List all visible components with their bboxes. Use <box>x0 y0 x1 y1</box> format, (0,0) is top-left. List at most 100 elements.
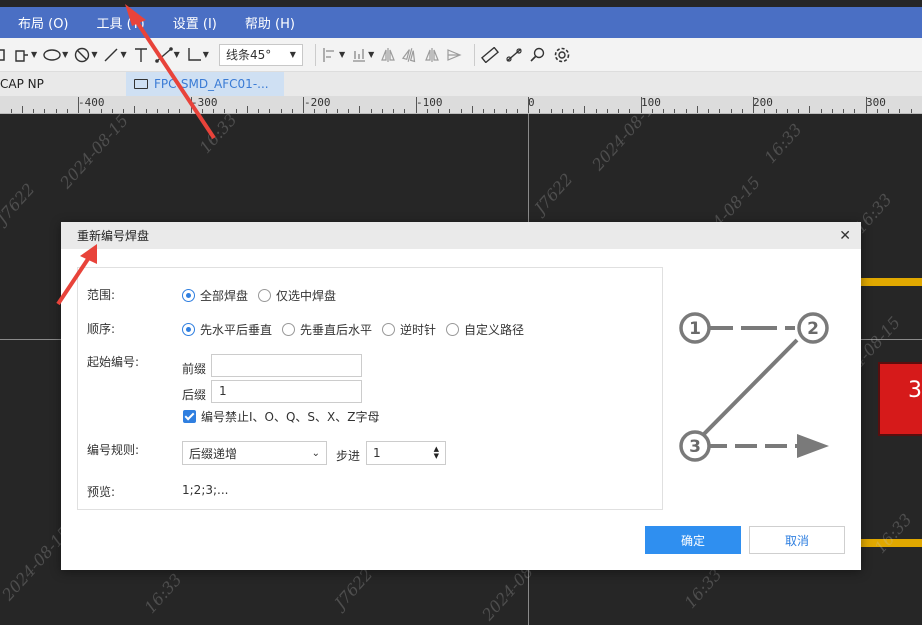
angle-icon <box>188 47 201 61</box>
text-icon <box>134 47 147 62</box>
cancel-button[interactable]: 取消 <box>749 526 845 554</box>
radio-selected-pads[interactable]: 仅选中焊盘 <box>258 287 336 304</box>
exclude-letters-checkbox[interactable]: 编号禁止I、O、Q、S、X、Z字母 <box>183 408 380 425</box>
line-mode-select[interactable]: 线条45° ▼ <box>218 43 303 66</box>
rectangle-tool[interactable] <box>0 43 8 67</box>
menu-settings[interactable]: 设置 (I) <box>163 13 227 32</box>
ruler-tick <box>66 109 68 113</box>
radio-counterclockwise[interactable]: 逆时针 <box>382 321 436 338</box>
chevron-down-icon: ▼ <box>62 50 69 59</box>
confirm-button[interactable]: 确定 <box>645 526 741 554</box>
ruler-tick <box>708 109 709 113</box>
ruler-tick <box>741 109 743 113</box>
ellipse-tool[interactable]: ▼ <box>43 43 68 67</box>
tab-cap-np[interactable]: CAP NP <box>0 72 126 96</box>
tab-fpc-smd[interactable]: FPC-SMD_AFC01-... <box>126 72 284 96</box>
range-label: 范围: <box>87 288 116 302</box>
flip-horizontal-tool[interactable] <box>380 43 396 67</box>
dimension-tool[interactable]: ▼ <box>154 43 180 67</box>
ruler-tick <box>145 109 147 113</box>
ruler-label: -200 <box>304 96 331 109</box>
ruler-tick <box>393 109 394 113</box>
renumber-pads-dialog: 重新编号焊盘 ✕ 范围: 全部焊盘 仅选中焊盘 顺序: 先水平后垂直 先垂直后水… <box>61 222 861 570</box>
distribute-tool[interactable]: ▼ <box>351 43 374 67</box>
ruler-tick <box>550 109 552 113</box>
ruler-tick <box>179 109 181 113</box>
text-tool[interactable] <box>133 43 149 67</box>
diagram-node-label: 2 <box>807 319 819 339</box>
ruler-tick <box>629 109 631 113</box>
ruler-icon <box>481 46 500 63</box>
gear-icon <box>554 47 570 62</box>
settings-tool[interactable] <box>553 43 571 67</box>
ruler-tick <box>618 109 619 113</box>
ruler-tick <box>280 109 282 113</box>
ruler-tick <box>359 106 361 113</box>
chevron-down-icon: ▼ <box>91 50 98 59</box>
ruler-tick <box>910 109 912 113</box>
radio-checked-icon <box>182 289 195 302</box>
ruler-label: 200 <box>753 96 773 109</box>
order-diagram: 1 2 3 <box>679 312 829 462</box>
radio-label: 先垂直后水平 <box>300 323 373 337</box>
ruler-tick <box>246 106 248 113</box>
close-icon[interactable]: ✕ <box>839 228 851 244</box>
spinner-arrows-icon[interactable]: ▲ ▼ <box>434 446 439 460</box>
ruler-tick <box>528 97 529 113</box>
ruler-tick <box>460 109 462 113</box>
checkbox-checked-icon <box>183 410 196 423</box>
menu-help[interactable]: 帮助 (H) <box>235 13 305 32</box>
align-tool[interactable]: ▼ <box>322 43 345 67</box>
mirror-icon <box>425 47 440 62</box>
ruler-tool[interactable] <box>481 43 500 67</box>
ruler-tick <box>348 109 349 113</box>
options-panel <box>77 267 663 510</box>
watermark-time: 16:33 <box>870 510 916 557</box>
menu-tools[interactable]: 工具 (T) <box>87 13 155 32</box>
ruler-tick <box>258 109 259 113</box>
radio-custom-path[interactable]: 自定义路径 <box>446 321 524 338</box>
flip-icon <box>402 47 416 62</box>
angle-tool[interactable]: ▼ <box>186 43 209 67</box>
copper-trace <box>860 278 922 286</box>
radio-vertical-first[interactable]: 先垂直后水平 <box>282 321 372 338</box>
ruler-label: 300 <box>866 96 886 109</box>
ruler-tick <box>55 109 57 113</box>
radio-horizontal-first[interactable]: 先水平后垂直 <box>182 321 272 338</box>
radio-label: 仅选中焊盘 <box>276 289 337 303</box>
chevron-down-icon: ▼ <box>31 50 38 59</box>
watermark-id: J7622 <box>530 169 577 218</box>
ruler-tick <box>370 109 372 113</box>
chevron-down-icon: ▼ <box>202 50 209 59</box>
ruler-tick <box>516 109 518 113</box>
prefix-input[interactable] <box>211 354 362 377</box>
ruler-tick <box>78 97 79 113</box>
ruler-tick <box>865 97 867 113</box>
polyline-tool[interactable]: ▼ <box>14 43 37 67</box>
watermark-time: 16:33 <box>760 120 806 167</box>
tab-label: CAP NP <box>0 77 44 91</box>
measure-tool[interactable] <box>505 43 523 67</box>
diagram-path <box>699 338 799 439</box>
select-value: 后缀递增 <box>189 446 238 461</box>
menu-layout[interactable]: 布局 (O) <box>8 13 79 32</box>
suffix-input[interactable]: 1 <box>211 380 362 403</box>
numbering-rule-select[interactable]: 后缀递增 ⌄ <box>182 441 327 465</box>
flip-vertical-tool[interactable] <box>402 43 418 67</box>
ruler-tick <box>663 109 664 113</box>
ruler-tick <box>573 109 574 113</box>
ruler-tick <box>201 109 203 113</box>
arrow-tool[interactable] <box>446 43 462 67</box>
radio-all-pads[interactable]: 全部焊盘 <box>182 287 248 304</box>
mirror-tool[interactable] <box>424 43 440 67</box>
search-tool[interactable] <box>529 43 547 67</box>
pad[interactable]: 3 <box>878 362 922 436</box>
ruler-tick <box>876 109 878 113</box>
ruler-tick <box>471 106 473 113</box>
ruler-tick <box>561 109 563 113</box>
arc-tool[interactable]: ▼ <box>103 43 127 67</box>
circle-tool[interactable]: ▼ <box>74 43 97 67</box>
search-icon <box>530 47 545 62</box>
radio-unchecked-icon <box>282 323 296 336</box>
step-stepper[interactable]: 1 ▲ ▼ <box>366 441 446 465</box>
